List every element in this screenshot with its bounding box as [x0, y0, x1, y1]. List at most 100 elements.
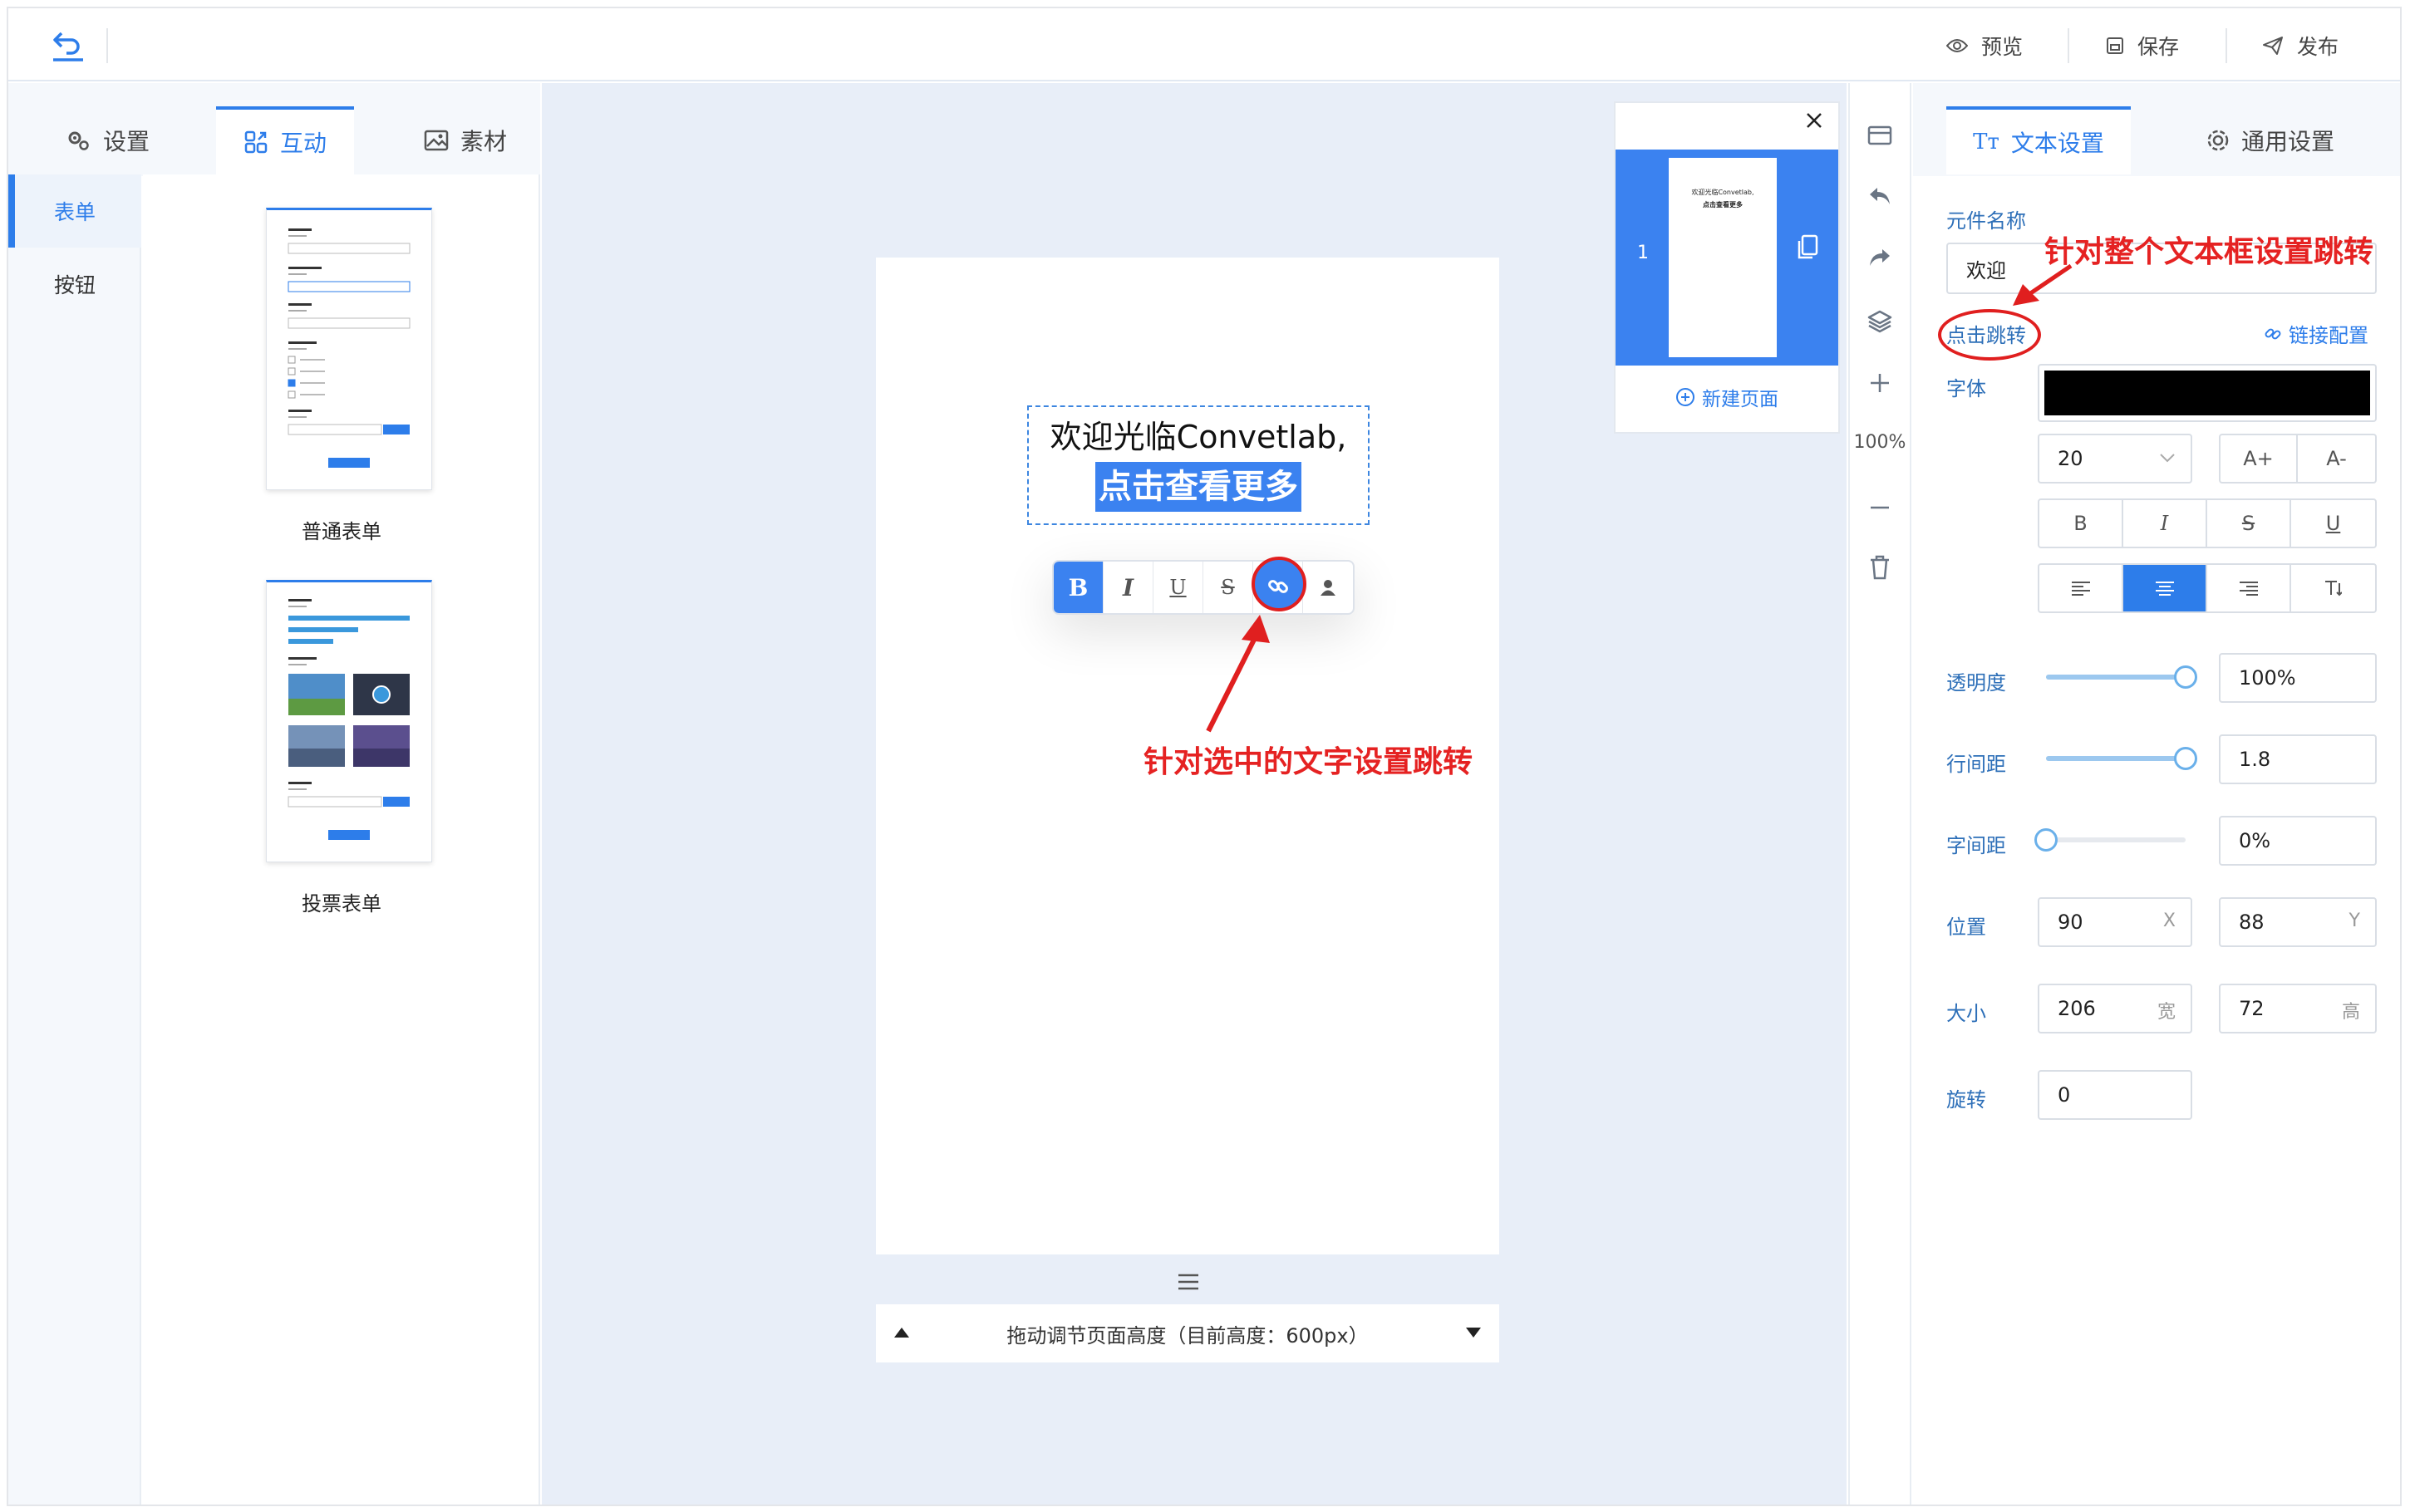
save-icon: [2107, 37, 2123, 54]
back-icon[interactable]: [50, 27, 86, 63]
opacity-label: 透明度: [1946, 671, 2006, 695]
selected-text[interactable]: 点击查看更多: [1095, 462, 1301, 512]
text-style-group: B I S U: [2038, 498, 2377, 548]
publish-button[interactable]: 发布: [2262, 30, 2339, 61]
style-italic-button[interactable]: I: [2123, 500, 2207, 547]
page-height-resizer[interactable]: 拖动调节页面高度（目前高度：600px）: [876, 1304, 1499, 1362]
page-thumb[interactable]: 欢迎光临Convetlab, 点击查看更多: [1669, 158, 1777, 357]
preview-button[interactable]: 预览: [1946, 30, 2023, 61]
font-decrease-button[interactable]: A-: [2298, 435, 2375, 482]
gears-icon: [68, 131, 89, 150]
font-color-picker[interactable]: [2038, 364, 2377, 422]
editor-canvas[interactable]: 欢迎光临Convetlab, 点击查看更多 B I U S 针对选中的文字设置跳…: [542, 83, 1847, 1505]
align-left-button[interactable]: [2039, 565, 2123, 611]
drag-handle-icon[interactable]: [1178, 1273, 1198, 1293]
annotation-arrow-whole: [2013, 263, 2073, 306]
template-thumb-vote-form[interactable]: [266, 580, 432, 862]
plus-circle-icon: [1676, 388, 1694, 406]
strike-button[interactable]: S: [1203, 562, 1253, 613]
width-input[interactable]: 206 宽: [2038, 984, 2192, 1033]
layers-icon[interactable]: [1850, 309, 1910, 334]
triangle-down-icon[interactable]: [1466, 1328, 1481, 1338]
tab-interaction[interactable]: 互动: [216, 106, 354, 174]
position-label: 位置: [1946, 916, 1986, 939]
undo-icon[interactable]: [1850, 186, 1910, 208]
nav-item-form[interactable]: 表单: [8, 174, 141, 248]
opacity-input[interactable]: 100%: [2219, 653, 2377, 703]
zoom-level: 100%: [1853, 432, 1906, 453]
slider-thumb[interactable]: [2174, 747, 2197, 770]
annotation-whole-textbox: 针对整个文本框设置跳转: [2044, 235, 2374, 269]
letter-spacing-label: 字间距: [1946, 834, 2006, 857]
triangle-up-icon[interactable]: [894, 1328, 909, 1338]
align-center-button[interactable]: [2123, 565, 2207, 611]
style-underline-button[interactable]: U: [2291, 500, 2375, 547]
position-x-value: 90: [2058, 911, 2083, 934]
template-label: 投票表单: [302, 892, 381, 916]
rotate-input[interactable]: 0: [2038, 1070, 2192, 1120]
font-increase-button[interactable]: A+: [2221, 435, 2299, 482]
slider-thumb[interactable]: [2174, 665, 2197, 689]
divider: [2068, 28, 2069, 63]
line-height-label: 行间距: [1946, 753, 2006, 776]
align-right-button[interactable]: [2207, 565, 2291, 611]
line-height-input[interactable]: 1.8: [2219, 734, 2377, 784]
annotation-selected-text: 针对选中的文字设置跳转: [1144, 745, 1473, 779]
style-bold-button[interactable]: B: [2039, 500, 2123, 547]
tab-general-settings[interactable]: 通用设置: [2162, 106, 2378, 174]
card-icon[interactable]: [1850, 125, 1910, 146]
align-center-icon: [2155, 582, 2174, 596]
slider-fill: [2046, 675, 2186, 680]
letter-spacing-slider[interactable]: [2034, 828, 2186, 852]
interaction-icon: [244, 130, 268, 154]
tab-settings[interactable]: 设置: [42, 106, 175, 174]
user-button[interactable]: [1303, 562, 1353, 613]
thumb-text-1: 欢迎光临Convetlab,: [1691, 189, 1754, 196]
font-color-swatch: [2044, 371, 2370, 415]
opacity-value: 100%: [2239, 666, 2296, 690]
position-x-input[interactable]: 90 X: [2038, 897, 2192, 947]
align-vertical-button[interactable]: [2291, 565, 2375, 611]
rotate-label: 旋转: [1946, 1088, 1986, 1112]
close-icon[interactable]: [1805, 111, 1823, 130]
template-thumb-normal-form[interactable]: [266, 208, 432, 490]
zoom-out-icon[interactable]: [1850, 497, 1910, 518]
annotation-arrow-selected: [1206, 615, 1270, 733]
new-page-button[interactable]: 新建页面: [1616, 380, 1838, 414]
size-label: 大小: [1946, 1002, 1986, 1025]
underline-button[interactable]: U: [1153, 562, 1203, 613]
send-icon: [2263, 37, 2283, 55]
page-thumb-row[interactable]: 1 欢迎光临Convetlab, 点击查看更多: [1616, 150, 1838, 366]
app-window: 预览 保存 发布 设置 互动 素材 表单 按钮 普通表单 投票表单 欢迎光临Co…: [7, 7, 2402, 1506]
opacity-slider[interactable]: [2046, 665, 2197, 689]
redo-icon[interactable]: [1850, 248, 1910, 269]
slider-fill: [2046, 756, 2186, 761]
page-artboard[interactable]: 欢迎光临Convetlab, 点击查看更多 B I U S 针对选中的文字设置跳…: [876, 258, 1499, 1254]
font-size-select[interactable]: 20: [2038, 434, 2192, 484]
click-jump-highlight: [1938, 309, 2041, 361]
nav-item-button[interactable]: 按钮: [8, 248, 141, 321]
tab-text-settings[interactable]: Tт 文本设置: [1946, 106, 2131, 174]
letter-spacing-input[interactable]: 0%: [2219, 816, 2377, 866]
text-element[interactable]: 欢迎光临Convetlab, 点击查看更多: [1027, 405, 1370, 525]
bold-button[interactable]: B: [1054, 562, 1104, 613]
nav-item-label: 表单: [53, 200, 96, 224]
link-config-button[interactable]: 链接配置: [2264, 319, 2368, 348]
style-strike-button[interactable]: S: [2207, 500, 2291, 547]
link-button[interactable]: [1252, 557, 1306, 613]
zoom-in-icon[interactable]: [1850, 372, 1910, 394]
height-input[interactable]: 72 高: [2219, 984, 2377, 1033]
trash-icon[interactable]: [1850, 555, 1910, 580]
line-height-slider[interactable]: [2046, 747, 2197, 770]
width-unit: 宽: [2157, 1002, 2176, 1023]
tab-materials[interactable]: 素材: [399, 106, 532, 174]
text-align-group: [2038, 563, 2377, 613]
slider-thumb[interactable]: [2034, 828, 2058, 852]
user-icon: [1321, 580, 1335, 596]
font-label: 字体: [1946, 377, 1986, 400]
italic-button[interactable]: I: [1104, 562, 1153, 613]
position-y-input[interactable]: 88 Y: [2219, 897, 2377, 947]
save-button[interactable]: 保存: [2106, 30, 2179, 61]
copy-icon[interactable]: [1797, 234, 1818, 259]
template-list: 普通表单 投票表单: [143, 174, 540, 1505]
